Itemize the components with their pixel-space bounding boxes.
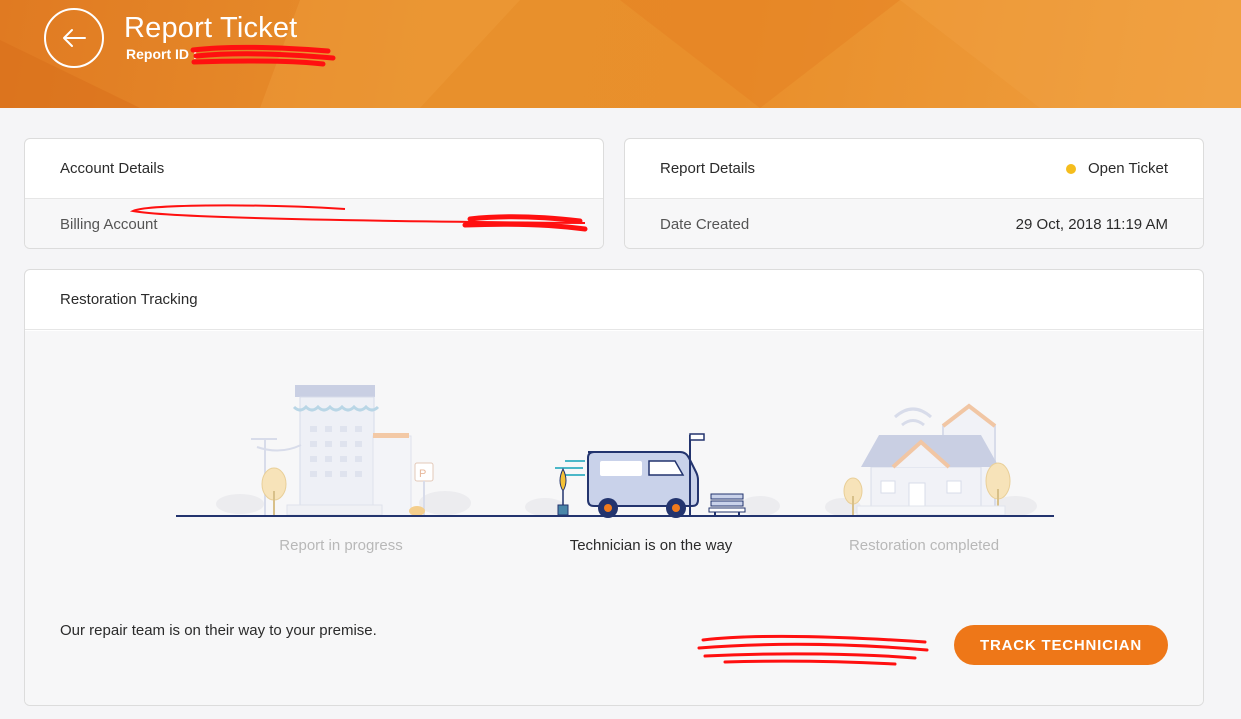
account-details-card: Account Details Billing Account [24,138,604,249]
track-technician-button[interactable]: TRACK TECHNICIAN [954,625,1168,665]
arrow-left-icon [63,29,86,47]
step-report-in-progress: Report in progress [279,537,403,554]
status-badge: Open Ticket [1065,160,1168,177]
office-building-icon: P [251,385,434,517]
restoration-tracking-card: Restoration Tracking P Report in progres… [24,269,1204,706]
report-details-card: Report Details Open Ticket Date Created … [624,138,1204,249]
date-created-value: 29 Oct, 2018 11:19 AM [1015,215,1168,233]
report-details-title: Report Details [660,160,756,177]
account-details-title: Account Details [60,160,165,177]
restoration-tracking-title: Restoration Tracking [60,291,198,308]
technician-van-icon [555,433,746,518]
status-message: Our repair team is on their way to your … [60,622,377,639]
step-technician-on-the-way: Technician is on the way [569,537,733,554]
svg-text:P: P [419,468,426,480]
date-created-label: Date Created [660,215,750,233]
tracking-illustration: P [176,385,1054,518]
header-banner: Report Ticket Report ID : [0,0,1241,108]
report-id-label: Report ID : [126,46,198,62]
back-button[interactable] [44,8,104,68]
status-dot-icon [1065,163,1076,174]
step-restoration-completed: Restoration completed [848,537,1000,554]
billing-account-label: Billing Account [60,215,158,233]
status-text: Open Ticket [1087,160,1168,177]
house-icon [843,403,1011,517]
page-title: Report Ticket [124,12,298,44]
